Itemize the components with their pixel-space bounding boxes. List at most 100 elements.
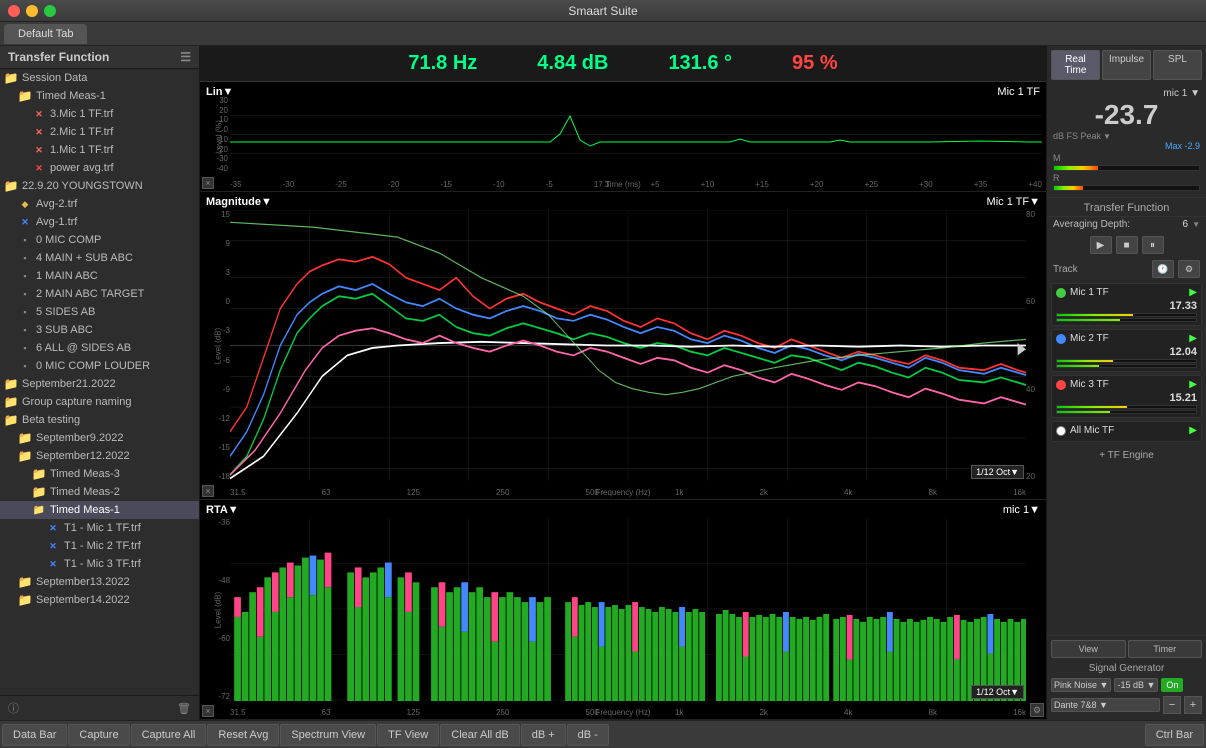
spl-btn[interactable]: SPL xyxy=(1153,50,1202,80)
sidebar-label-file-5sides: 5 SIDES AB xyxy=(36,306,95,318)
sidebar-label-file-1mic: 1.Mic 1 TF.trf xyxy=(50,144,113,156)
sidebar-item-file-3mic[interactable]: ✕3.Mic 1 TF.trf xyxy=(0,105,199,123)
reset-avg-btn[interactable]: Reset Avg xyxy=(207,724,279,746)
sidebar-item-file-5sides[interactable]: ▪ 5 SIDES AB xyxy=(0,303,199,321)
mic-select[interactable]: mic 1 ▼ xyxy=(1163,88,1200,99)
db-plus-btn[interactable]: dB + xyxy=(521,724,566,746)
sidebar-item-session-data[interactable]: 📁Session Data xyxy=(0,69,199,87)
sidebar-item-folder-sep21[interactable]: 📁September21.2022 xyxy=(0,375,199,393)
tf-view-btn[interactable]: TF View xyxy=(377,724,439,746)
rta-title[interactable]: RTA▼ xyxy=(206,504,239,516)
app-title: Smaart Suite xyxy=(568,4,637,18)
sidebar-icon-file-3sub: ▪ xyxy=(18,323,32,337)
sidebar-item-folder-sep9[interactable]: 📁September9.2022 xyxy=(0,429,199,447)
sidebar-item-folder-sep12[interactable]: 📁September12.2022 xyxy=(0,447,199,465)
clear-all-db-btn[interactable]: Clear All dB xyxy=(440,724,519,746)
sidebar-menu-icon[interactable]: ☰ xyxy=(180,50,191,64)
sidebar-item-file-avg1[interactable]: ✕Avg-1.trf xyxy=(0,213,199,231)
rta-right-label[interactable]: mic 1▼ xyxy=(1003,504,1040,516)
delete-icon[interactable]: 🗑 xyxy=(177,702,191,715)
impulse-btn[interactable]: Impulse xyxy=(1102,50,1151,80)
sidebar-item-folder-timed2[interactable]: 📁Timed Meas-2 xyxy=(0,483,199,501)
sig-type-select[interactable]: Pink Noise ▼ xyxy=(1051,678,1111,692)
sidebar-item-group-capture[interactable]: 📁Group capture naming xyxy=(0,393,199,411)
magnitude-title[interactable]: Magnitude▼ xyxy=(206,196,272,208)
impulse-close-btn[interactable]: × xyxy=(202,177,214,189)
sidebar-item-file-4main[interactable]: ▪4 MAIN + SUB ABC xyxy=(0,249,199,267)
view-btn[interactable]: View xyxy=(1051,640,1126,658)
capture-all-btn[interactable]: Capture All xyxy=(131,724,207,746)
ctrl-bar-btn[interactable]: Ctrl Bar xyxy=(1145,724,1204,746)
minimize-icon[interactable] xyxy=(26,5,38,17)
pause-btn[interactable]: ⏸ xyxy=(1142,236,1164,254)
sidebar-item-file-1main[interactable]: ▪1 MAIN ABC xyxy=(0,267,199,285)
sig-output-select[interactable]: Dante 7&8 ▼ xyxy=(1051,698,1160,712)
sidebar-item-folder-beta[interactable]: 📁Beta testing xyxy=(0,411,199,429)
sidebar-item-file-t1mic1[interactable]: ✕T1 - Mic 1 TF.trf xyxy=(0,519,199,537)
maximize-icon[interactable] xyxy=(44,5,56,17)
rta-close-btn[interactable]: × xyxy=(202,705,214,717)
center-panel: 71.8 Hz 4.84 dB 131.6 ° 95 % Lin▼ Mic 1 … xyxy=(200,46,1046,720)
sidebar-item-folder-youngstown[interactable]: 📁22.9.20 YOUNGSTOWN xyxy=(0,177,199,195)
sidebar-item-file-2mic[interactable]: ✕2.Mic 1 TF.trf xyxy=(0,123,199,141)
mic-play-2[interactable]: ▶ xyxy=(1189,379,1197,390)
close-icon[interactable] xyxy=(8,5,20,17)
sidebar-item-file-2main[interactable]: ▪2 MAIN ABC TARGET xyxy=(0,285,199,303)
transport-row: ▶ ■ ⏸ xyxy=(1047,232,1206,258)
sidebar-icon-file-power: ✕ xyxy=(32,161,46,175)
sig-plus-btn[interactable]: + xyxy=(1184,696,1202,714)
sidebar-bottom: ⓘ 🗑 xyxy=(0,695,199,720)
sidebar-icon-folder-timed1-sel: 📁 xyxy=(32,503,46,517)
meter-unit-row: dB FS Peak ▼ xyxy=(1053,131,1200,141)
track-clock-btn[interactable]: 🕐 xyxy=(1152,260,1174,278)
sig-on-btn[interactable]: On xyxy=(1161,678,1183,692)
sidebar-item-file-t1mic3[interactable]: ✕T1 - Mic 3 TF.trf xyxy=(0,555,199,573)
sidebar-icon-file-5sides: ▪ xyxy=(18,305,32,319)
sidebar-item-file-3sub[interactable]: ▪3 SUB ABC xyxy=(0,321,199,339)
capture-btn[interactable]: Capture xyxy=(68,724,129,746)
sidebar-item-folder-timed1-sel[interactable]: 📁Timed Meas-1 xyxy=(0,501,199,519)
track-settings-btn[interactable]: ⚙ xyxy=(1178,260,1200,278)
sidebar-item-file-1mic[interactable]: ✕1.Mic 1 TF.trf xyxy=(0,141,199,159)
default-tab[interactable]: Default Tab xyxy=(4,24,87,44)
mic-play-0[interactable]: ▶ xyxy=(1189,287,1197,298)
sidebar-label-folder-sep9: September9.2022 xyxy=(36,432,123,444)
avg-depth-select[interactable]: 6 xyxy=(1183,219,1189,230)
sidebar-icon-folder-timed2: 📁 xyxy=(32,485,46,499)
data-bar-btn[interactable]: Data Bar xyxy=(2,724,67,746)
sidebar-item-file-power[interactable]: ✕power avg.trf xyxy=(0,159,199,177)
mic-play-1[interactable]: ▶ xyxy=(1189,333,1197,344)
impulse-title[interactable]: Lin▼ xyxy=(206,86,233,98)
sidebar-item-file-0mic[interactable]: ▪0 MIC COMP xyxy=(0,231,199,249)
sidebar-item-folder-timed3[interactable]: 📁Timed Meas-3 xyxy=(0,465,199,483)
sidebar-item-folder-sep14[interactable]: 📁September14.2022 xyxy=(0,591,199,609)
spectrum-view-btn[interactable]: Spectrum View xyxy=(280,724,376,746)
mic-play-3[interactable]: ▶ xyxy=(1189,425,1197,436)
metric-phase: 131.6 ° xyxy=(668,52,732,75)
sig-level-select[interactable]: -15 dB ▼ xyxy=(1114,678,1158,692)
metric-coherence: 95 % xyxy=(792,52,838,75)
timer-btn[interactable]: Timer xyxy=(1128,640,1203,658)
realtime-btn[interactable]: Real Time xyxy=(1051,50,1100,80)
mag-close-btn[interactable]: × xyxy=(202,485,214,497)
sidebar-label-file-2main: 2 MAIN ABC TARGET xyxy=(36,288,144,300)
add-tf-engine-btn[interactable]: + TF Engine xyxy=(1047,445,1206,465)
rta-x-label: Frequency (Hz) xyxy=(595,708,650,717)
sidebar-item-file-0miclouder[interactable]: ▪0 MIC COMP LOUDER xyxy=(0,357,199,375)
mic-select-row: mic 1 ▼ xyxy=(1053,88,1200,99)
mag-resolution[interactable]: 1/12 Oct▼ xyxy=(971,465,1024,479)
db-minus-btn[interactable]: dB - xyxy=(567,724,609,746)
impulse-svg xyxy=(230,96,1042,173)
sig-minus-btn[interactable]: − xyxy=(1163,696,1181,714)
sidebar-item-timed-meas-1-top[interactable]: 📁Timed Meas-1 xyxy=(0,87,199,105)
stop-btn[interactable]: ■ xyxy=(1116,236,1138,254)
sidebar-item-file-avg2[interactable]: ◆Avg-2.trf xyxy=(0,195,199,213)
sidebar-item-file-6all[interactable]: ▪6 ALL @ SIDES AB xyxy=(0,339,199,357)
rta-settings-btn[interactable]: ⚙ xyxy=(1030,703,1044,717)
sidebar-item-folder-sep13[interactable]: 📁September13.2022 xyxy=(0,573,199,591)
sidebar-item-file-t1mic2[interactable]: ✕T1 - Mic 2 TF.trf xyxy=(0,537,199,555)
sidebar-header: Transfer Function ☰ xyxy=(0,46,199,69)
info-icon[interactable]: ⓘ xyxy=(8,700,19,716)
rta-resolution[interactable]: 1/12 Oct▼ xyxy=(971,685,1024,699)
play-btn[interactable]: ▶ xyxy=(1090,236,1112,254)
